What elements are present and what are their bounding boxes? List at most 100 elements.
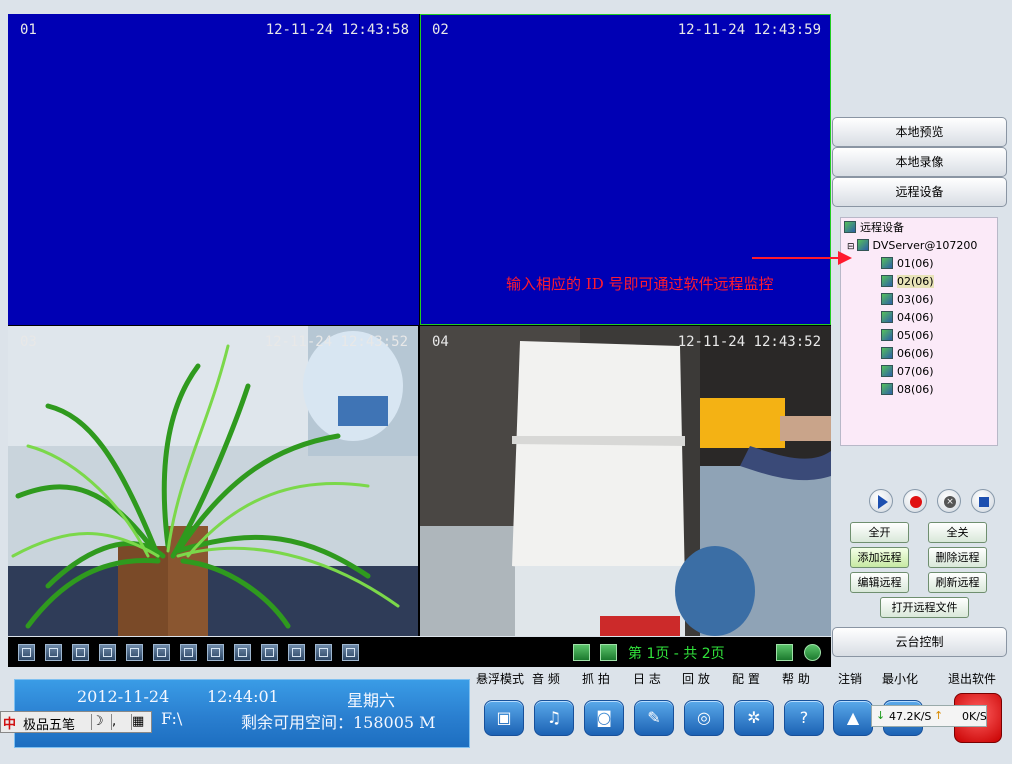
open-all-button[interactable]: 全开: [850, 522, 909, 543]
timestamp: 12-11-24 12:43:52: [677, 334, 821, 350]
menu-minimize[interactable]: 最小化: [882, 670, 918, 687]
menu-exit[interactable]: 退出软件: [948, 670, 996, 687]
tree-channel-01[interactable]: 01(06): [881, 256, 934, 272]
server-icon: [856, 239, 869, 251]
tree-channel-07[interactable]: 07(06): [881, 364, 934, 380]
tree-root[interactable]: 远程设备: [844, 220, 904, 236]
tree-channel-05[interactable]: 05(06): [881, 328, 934, 344]
clock-weekday: 星期六: [347, 691, 396, 710]
layout-49-button[interactable]: [288, 644, 305, 661]
layout-1-button[interactable]: [18, 644, 35, 661]
plant-camera-image: [8, 326, 418, 636]
camera-icon: [881, 347, 893, 359]
tree-server[interactable]: ⊟ DVServer@107200: [847, 238, 977, 255]
device-tree: 远程设备 ⊟ DVServer@107200 01(06) 02(06) 03(0…: [840, 217, 998, 446]
punctuation-icon[interactable]: ,: [111, 714, 129, 730]
menu-float-mode[interactable]: 悬浮模式: [476, 670, 524, 687]
camera-icon: [881, 275, 893, 287]
stop-button[interactable]: [971, 489, 995, 513]
tree-channel-08[interactable]: 08(06): [881, 382, 934, 398]
record-icon: [910, 496, 922, 508]
ime-toolbar[interactable]: 中 极品五笔 ☽ , ▦: [0, 711, 152, 733]
local-preview-button[interactable]: 本地预览: [832, 117, 1007, 147]
clock-time: 12:44:01: [207, 687, 279, 706]
float-mode-icon[interactable]: ▣: [484, 700, 524, 736]
stop-icon: [979, 497, 989, 507]
ime-name: 极品五笔: [23, 718, 76, 733]
keyboard-icon[interactable]: ▦: [131, 714, 151, 730]
video-tile-01[interactable]: 01 12-11-24 12:43:58: [8, 14, 419, 325]
layout-13-button[interactable]: [180, 644, 197, 661]
record-button[interactable]: [903, 489, 927, 513]
layout-36-button[interactable]: [261, 644, 278, 661]
channel-label: 03: [20, 334, 37, 350]
layout-64-button[interactable]: [315, 644, 332, 661]
tree-channel-04[interactable]: 04(06): [881, 310, 934, 326]
layout-6-button[interactable]: [72, 644, 89, 661]
layout-8-button[interactable]: [99, 644, 116, 661]
moon-icon[interactable]: ☽: [91, 714, 109, 730]
channel-label: 02: [432, 22, 449, 38]
open-remote-file-button[interactable]: 打开远程文件: [880, 597, 969, 618]
ptz-control-button[interactable]: 云台控制: [832, 627, 1007, 657]
prev-page-icon[interactable]: [573, 644, 590, 661]
timestamp: 12-11-24 12:43:52: [264, 334, 408, 350]
channel-label: 04: [432, 334, 449, 350]
ime-logo: 中: [3, 717, 17, 732]
pencil-icon[interactable]: ✎: [634, 700, 674, 736]
page-info: 第 1页 - 共 2页: [628, 646, 725, 662]
network-icon: [844, 221, 856, 233]
refresh-icon[interactable]: [804, 644, 821, 661]
layout-4-button[interactable]: [45, 644, 62, 661]
download-icon[interactable]: [776, 644, 793, 661]
menu-logout[interactable]: 注销: [838, 670, 862, 687]
menu-audio[interactable]: 音 频: [532, 670, 560, 687]
play-button[interactable]: [869, 489, 893, 513]
add-remote-button[interactable]: 添加远程: [850, 547, 909, 568]
delete-remote-button[interactable]: 删除远程: [928, 547, 987, 568]
timestamp: 12-11-24 12:43:59: [677, 22, 821, 38]
close-all-button[interactable]: 全关: [928, 522, 987, 543]
upload-speed: 0K/S: [962, 710, 987, 723]
layout-10-button[interactable]: [153, 644, 170, 661]
tree-channel-06[interactable]: 06(06): [881, 346, 934, 362]
timestamp: 12-11-24 12:43:58: [265, 22, 409, 38]
remote-device-button[interactable]: 远程设备: [832, 177, 1007, 207]
tree-channel-02[interactable]: 02(06): [881, 274, 934, 290]
gear-icon[interactable]: ✲: [734, 700, 774, 736]
download-speed: 47.2K/S: [889, 710, 932, 723]
next-page-icon[interactable]: [600, 644, 617, 661]
stop-record-button[interactable]: ×: [937, 489, 961, 513]
layout-16-button[interactable]: [207, 644, 224, 661]
layout-9-button[interactable]: [126, 644, 143, 661]
play-icon: [878, 495, 888, 509]
lock-icon[interactable]: ▲: [833, 700, 873, 736]
menu-log[interactable]: 日 志: [633, 670, 661, 687]
camera-icon: [881, 329, 893, 341]
annotation-text: 输入相应的 ID 号即可通过软件远程监控: [506, 275, 774, 293]
camera-icon[interactable]: ◙: [584, 700, 624, 736]
camera-icon: [881, 293, 893, 305]
film-reel-icon[interactable]: ◎: [684, 700, 724, 736]
menu-snapshot[interactable]: 抓 拍: [582, 670, 610, 687]
upload-arrow-icon: ↑: [934, 709, 944, 722]
fullscreen-button[interactable]: [342, 644, 359, 661]
layout-toolbar: 第 1页 - 共 2页: [8, 637, 831, 667]
tree-channel-03[interactable]: 03(06): [881, 292, 934, 308]
video-tile-03[interactable]: 03 12-11-24 12:43:52: [8, 326, 418, 636]
help-icon[interactable]: ?: [784, 700, 824, 736]
record-drive: F:\: [161, 709, 183, 728]
refresh-remote-button[interactable]: 刷新远程: [928, 572, 987, 593]
video-tile-04[interactable]: 04 12-11-24 12:43:52: [420, 326, 831, 636]
close-icon: ×: [944, 496, 956, 508]
camera-icon: [881, 257, 893, 269]
layout-25-button[interactable]: [234, 644, 251, 661]
menu-help[interactable]: 帮 助: [782, 670, 810, 687]
menu-playback[interactable]: 回 放: [682, 670, 710, 687]
edit-remote-button[interactable]: 编辑远程: [850, 572, 909, 593]
headphones-icon[interactable]: ♫: [534, 700, 574, 736]
menu-config[interactable]: 配 置: [732, 670, 760, 687]
local-record-button[interactable]: 本地录像: [832, 147, 1007, 177]
video-grid: 01 12-11-24 12:43:58 02 12-11-24 12:43:5…: [8, 14, 831, 636]
camera-icon: [881, 383, 893, 395]
